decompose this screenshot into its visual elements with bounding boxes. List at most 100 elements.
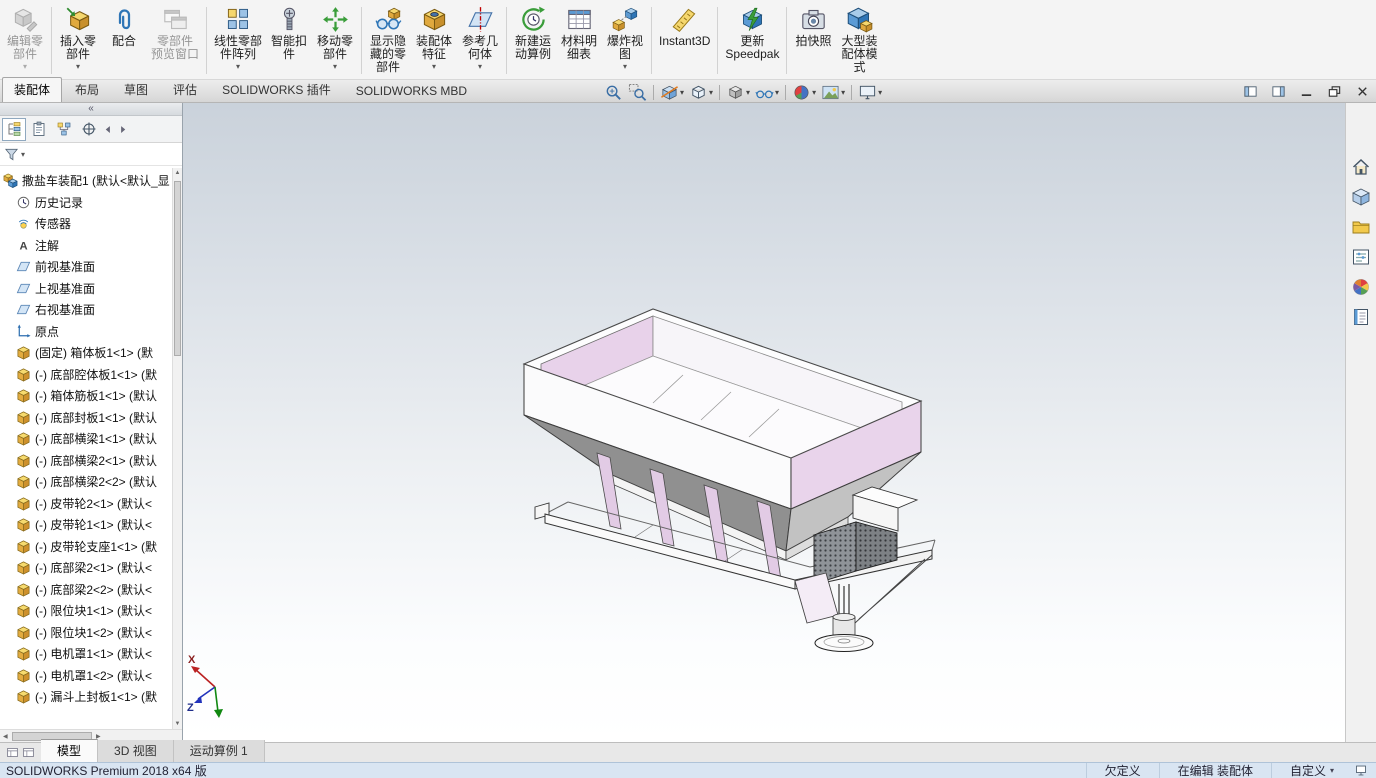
tab-solidworks-mbd[interactable]: SOLIDWORKS MBD <box>344 80 479 102</box>
tree-item[interactable]: 上视基准面 <box>0 278 172 300</box>
close-button[interactable] <box>1355 84 1370 99</box>
configurationmanager-tab[interactable] <box>52 118 76 141</box>
tree-item[interactable]: 前视基准面 <box>0 256 172 278</box>
bill-of-materials-button[interactable]: 材料明 细表 <box>556 2 602 79</box>
t-sensor-icon <box>16 216 31 231</box>
show-hidden-components-button[interactable]: 显示隐 藏的零 部件 <box>365 2 411 79</box>
panel-collapse-handle[interactable]: « <box>0 103 182 116</box>
toggle-right-pane-button[interactable] <box>1271 84 1286 99</box>
command-label: 装配体 特征 <box>416 34 453 61</box>
tree-item[interactable]: (-) 限位块1<2> (默认< <box>0 622 172 644</box>
propertymanager-tab[interactable] <box>27 118 51 141</box>
status-item[interactable]: 欠定义 <box>1085 763 1159 778</box>
tree-item[interactable]: 历史记录 <box>0 192 172 214</box>
insert-components-button[interactable]: 插入零 部件 ▾ <box>55 2 101 79</box>
tree-item[interactable]: 撒盐车装配1 (默认<默认_显 <box>0 170 172 192</box>
status-item[interactable]: 在编辑 装配体 <box>1158 763 1271 778</box>
tree-item[interactable]: (固定) 箱体板1<1> (默 <box>0 342 172 364</box>
tab-scroll-right[interactable] <box>116 118 129 141</box>
tree-item[interactable]: (-) 底部梁2<2> (默认< <box>0 579 172 601</box>
h-section-icon <box>660 83 679 102</box>
scroll-left-icon[interactable]: ◀ <box>0 733 11 740</box>
zoom-area-button[interactable] <box>626 82 649 103</box>
update-speedpak-button[interactable]: 更新 Speedpak <box>721 2 783 79</box>
tree-item[interactable]: (-) 底部封板1<1> (默认 <box>0 407 172 429</box>
linear-component-pattern-button[interactable]: 线性零部 件阵列 ▾ <box>210 2 266 79</box>
tab-evaluate[interactable]: 评估 <box>161 77 209 102</box>
tree-item-label: 传感器 <box>35 217 72 232</box>
tree-item[interactable]: 右视基准面 <box>0 299 172 321</box>
scroll-down-icon[interactable]: ▼ <box>173 719 182 729</box>
tree-item[interactable]: (-) 底部横梁2<1> (默认 <box>0 450 172 472</box>
large-assembly-mode-button[interactable]: 大型装 配体模 式 <box>836 2 882 79</box>
dimxpert-tab[interactable] <box>77 118 101 141</box>
tab-motion-study-1[interactable]: 运动算例 1 <box>173 740 265 762</box>
filter-funnel-icon[interactable] <box>4 147 19 162</box>
design-library-button[interactable] <box>1349 215 1373 239</box>
tree-item[interactable]: (-) 底部横梁1<1> (默认 <box>0 428 172 450</box>
sheet-icon[interactable] <box>6 746 19 759</box>
tab-layout[interactable]: 布局 <box>63 77 111 102</box>
sheet-icon[interactable] <box>22 746 35 759</box>
tree-item[interactable]: (-) 底部梁2<1> (默认< <box>0 557 172 579</box>
appearances-button[interactable] <box>1349 275 1373 299</box>
zoom-fit-button[interactable] <box>602 82 625 103</box>
home-button[interactable] <box>1349 155 1373 179</box>
view-settings-button[interactable]: ▾ <box>856 82 884 103</box>
graphics-area[interactable]: X Z <box>183 103 1345 742</box>
t-part-icon <box>16 603 31 618</box>
tree-item[interactable]: (-) 皮带轮1<1> (默认< <box>0 514 172 536</box>
hide-show-items-button[interactable]: ▾ <box>753 82 781 103</box>
view-orientation-button[interactable]: ▾ <box>687 82 715 103</box>
status-item[interactable]: 自定义 ▾ <box>1270 763 1352 778</box>
tree-item[interactable]: (-) 底部腔体板1<1> (默 <box>0 364 172 386</box>
tab-model[interactable]: 模型 <box>41 739 99 762</box>
tab-scroll-left[interactable] <box>102 118 115 141</box>
exploded-view-button[interactable]: 爆炸视 图 ▾ <box>602 2 648 79</box>
toggle-left-pane-button[interactable] <box>1243 84 1258 99</box>
r-grid-icon <box>1351 187 1371 207</box>
tree-vertical-scrollbar[interactable]: ▲ ▼ <box>172 168 182 729</box>
tree-item[interactable]: (-) 漏斗上封板1<1> (默 <box>0 686 172 708</box>
tree-item[interactable]: (-) 皮带轮2<1> (默认< <box>0 493 172 515</box>
minimize-button[interactable] <box>1299 84 1314 99</box>
scroll-up-icon[interactable]: ▲ <box>173 168 182 178</box>
assembly-features-button[interactable]: 装配体 特征 ▾ <box>411 2 457 79</box>
tab-assembly[interactable]: 装配体 <box>2 77 63 102</box>
move-component-button[interactable]: 移动零 部件 ▾ <box>312 2 358 79</box>
take-snapshot-button[interactable]: 拍快照 <box>790 2 836 79</box>
forum-button[interactable] <box>1349 305 1373 329</box>
section-view-button[interactable]: ▾ <box>658 82 686 103</box>
featuremanager-tab[interactable] <box>2 117 26 141</box>
restore-button[interactable] <box>1327 84 1342 99</box>
smart-fasteners-button[interactable]: 智能扣 件 <box>266 2 312 79</box>
tab-solidworks-addins[interactable]: SOLIDWORKS 插件 <box>210 77 343 102</box>
new-motion-study-button[interactable]: 新建运 动算例 <box>510 2 556 79</box>
tree-item[interactable]: (-) 限位块1<1> (默认< <box>0 600 172 622</box>
view-palette-button[interactable] <box>1349 185 1373 209</box>
mate-button[interactable]: 配合 <box>101 2 147 79</box>
edit-component-button[interactable]: 编辑零 部件 ▾ <box>2 2 48 79</box>
assembly-3d-model[interactable]: X Z <box>183 103 1345 742</box>
tree-item[interactable]: (-) 电机罩1<2> (默认< <box>0 665 172 687</box>
tree-item[interactable]: (-) 皮带轮支座1<1> (默 <box>0 536 172 558</box>
tree-item[interactable]: 注解 <box>0 235 172 257</box>
tree-item[interactable]: (-) 箱体筋板1<1> (默认 <box>0 385 172 407</box>
scrollbar-thumb[interactable] <box>174 181 181 356</box>
status-display-icon[interactable] <box>1352 764 1376 777</box>
tree-item[interactable]: 原点 <box>0 321 172 343</box>
t-part-icon <box>16 582 31 597</box>
instant3d-button[interactable]: Instant3D <box>655 2 714 79</box>
edit-appearance-button[interactable]: ▾ <box>790 82 818 103</box>
tree-item[interactable]: (-) 电机罩1<1> (默认< <box>0 643 172 665</box>
tree-item[interactable]: 传感器 <box>0 213 172 235</box>
component-preview-window-button[interactable]: 零部件 预览窗口 <box>147 2 203 79</box>
display-style-button[interactable]: ▾ <box>724 82 752 103</box>
reference-geometry-button[interactable]: 参考几 何体 ▾ <box>457 2 503 79</box>
tab-3d-views[interactable]: 3D 视图 <box>98 740 174 762</box>
apply-scene-button[interactable]: ▾ <box>819 82 847 103</box>
command-label: Instant3D <box>659 34 711 48</box>
tree-item[interactable]: (-) 底部横梁2<2> (默认 <box>0 471 172 493</box>
custom-properties-button[interactable] <box>1349 245 1373 269</box>
tab-sketch[interactable]: 草图 <box>112 77 160 102</box>
